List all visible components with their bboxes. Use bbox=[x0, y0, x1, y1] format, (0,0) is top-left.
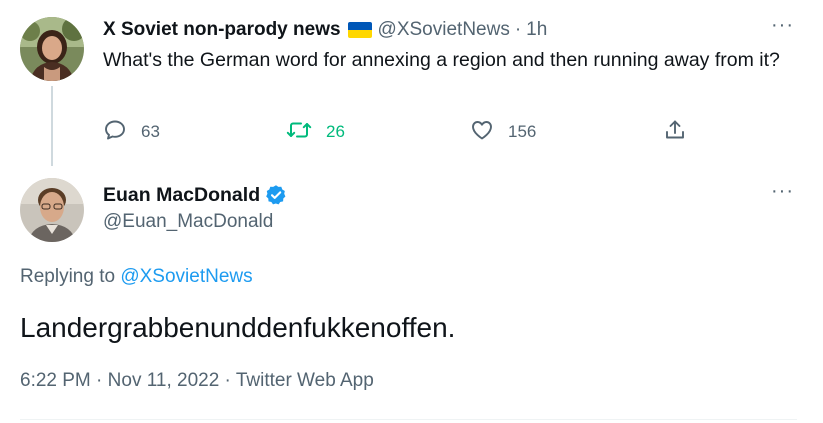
ukraine-flag-icon bbox=[347, 22, 372, 38]
retweet-icon bbox=[286, 118, 312, 147]
parent-author-avatar[interactable] bbox=[20, 17, 84, 81]
share-button[interactable] bbox=[663, 117, 687, 147]
parent-tweet-text: What's the German word for annexing a re… bbox=[103, 49, 780, 71]
replying-to-handle-link[interactable]: @XSovietNews bbox=[120, 266, 252, 287]
reply-button[interactable]: 63 bbox=[103, 117, 160, 147]
thread-connector-line bbox=[51, 86, 53, 166]
bottom-divider bbox=[20, 419, 797, 420]
parent-tweet[interactable]: X Soviet non-parody news @XSovietNews · … bbox=[0, 0, 823, 170]
parent-tweet-actions: 63 26 156 bbox=[103, 117, 703, 147]
main-author-name-row: Euan MacDonald bbox=[103, 182, 287, 208]
retweet-button[interactable]: 26 bbox=[286, 117, 345, 147]
tweet-source[interactable]: Twitter Web App bbox=[236, 370, 374, 391]
tweet-thread: X Soviet non-parody news @XSovietNews · … bbox=[0, 0, 823, 423]
tweet-date[interactable]: Nov 11, 2022 bbox=[108, 370, 220, 391]
header-separator: · bbox=[514, 19, 522, 40]
like-icon bbox=[470, 118, 494, 147]
verified-badge-icon bbox=[265, 184, 287, 206]
parent-author-name[interactable]: X Soviet non-parody news bbox=[103, 19, 341, 41]
replying-to-line: Replying to @XSovietNews bbox=[20, 266, 253, 288]
parent-author-handle[interactable]: @XSovietNews bbox=[378, 19, 510, 41]
tweet-metadata: 6:22 PM · Nov 11, 2022 · Twitter Web App bbox=[20, 370, 374, 392]
parent-tweet-header: X Soviet non-parody news @XSovietNews · … bbox=[103, 16, 547, 44]
share-icon bbox=[663, 118, 687, 147]
main-tweet-text: Landergrabbenunddenfukkenoffen. bbox=[20, 312, 456, 343]
meta-separator: · bbox=[90, 370, 108, 391]
parent-more-options-icon[interactable]: ··· bbox=[771, 14, 794, 37]
main-author-avatar[interactable] bbox=[20, 178, 84, 242]
reply-count: 63 bbox=[141, 122, 160, 141]
reply-icon bbox=[103, 118, 127, 147]
tweet-time[interactable]: 6:22 PM bbox=[20, 370, 91, 391]
main-more-options-icon[interactable]: ··· bbox=[771, 180, 794, 203]
main-author-name[interactable]: Euan MacDonald bbox=[103, 184, 260, 207]
replying-to-prefix: Replying to bbox=[20, 266, 116, 287]
main-author-handle[interactable]: @Euan_MacDonald bbox=[103, 211, 273, 233]
parent-tweet-time[interactable]: 1h bbox=[526, 19, 547, 41]
retweet-count: 26 bbox=[326, 122, 345, 141]
like-button[interactable]: 156 bbox=[470, 117, 536, 147]
meta-separator: · bbox=[219, 370, 236, 391]
like-count: 156 bbox=[508, 122, 537, 141]
